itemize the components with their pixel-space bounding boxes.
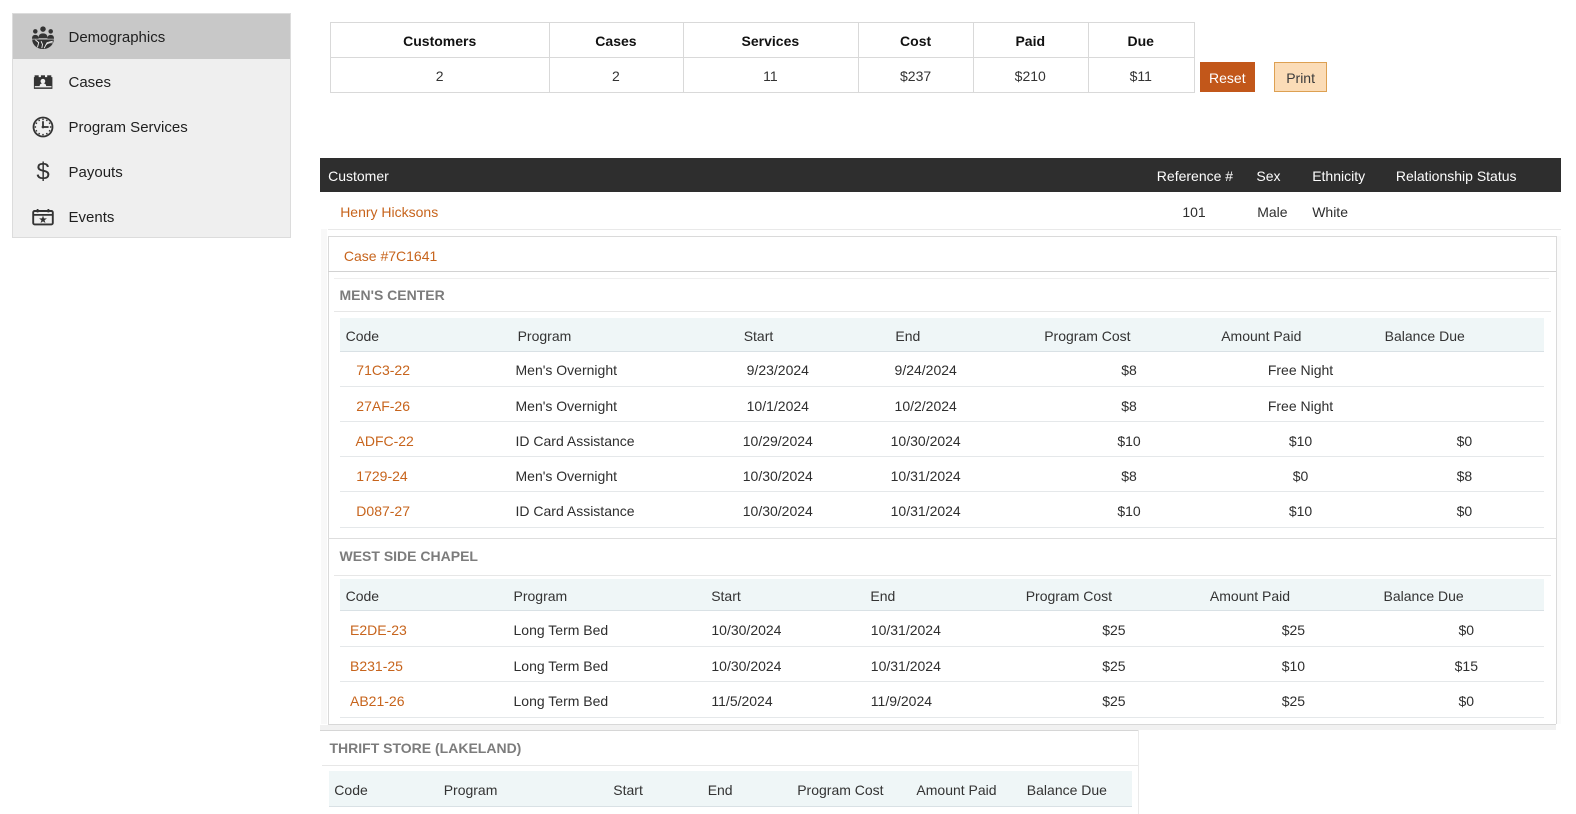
- svg-text:$: $: [36, 160, 49, 184]
